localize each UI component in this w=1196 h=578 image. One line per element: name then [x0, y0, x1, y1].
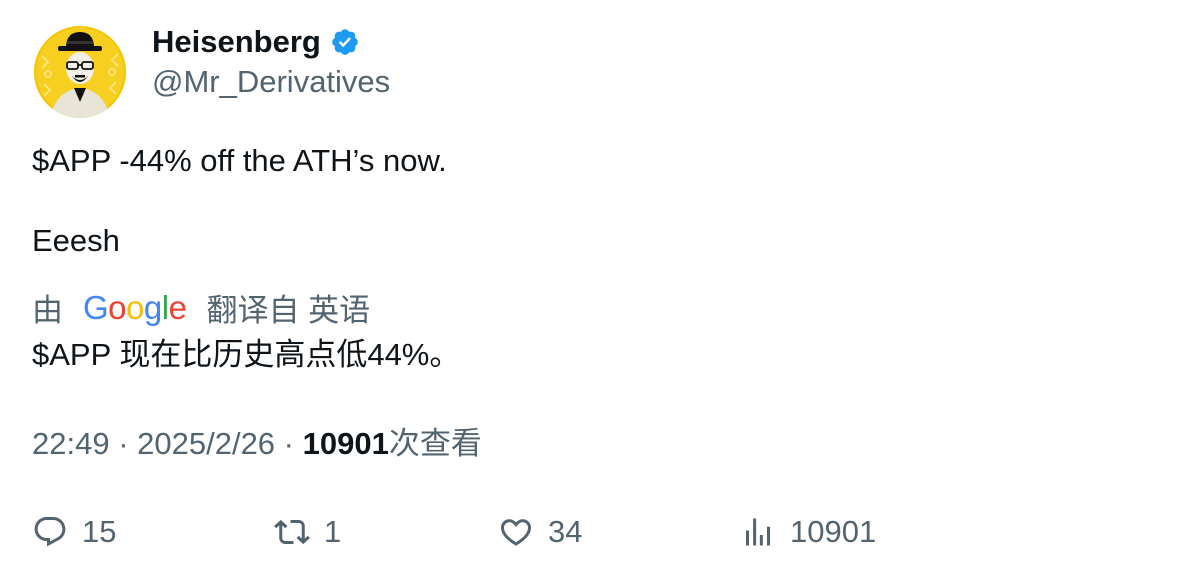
- reply-button[interactable]: 15: [32, 508, 116, 556]
- author-avatar[interactable]: [34, 26, 126, 118]
- tweet-date[interactable]: 2025/2/26: [137, 426, 275, 461]
- repost-icon: [274, 519, 310, 545]
- views-button[interactable]: 10901: [740, 508, 876, 556]
- repost-count: 1: [324, 514, 342, 549]
- translated-from-link[interactable]: 翻译自 英语: [206, 285, 370, 330]
- tweet-meta: 22:49 · 2025/2/26 · 10901次查看: [32, 424, 482, 464]
- heart-icon: [500, 519, 532, 546]
- tweet: Heisenberg @Mr_Derivatives $APP -44% off…: [0, 0, 1196, 578]
- views-count: 10901: [302, 426, 389, 461]
- repost-button[interactable]: 1: [274, 508, 341, 556]
- action-bar: 15 1 34 10901: [0, 508, 1196, 556]
- reply-count: 15: [82, 514, 117, 549]
- author-name-row: Heisenberg: [152, 22, 360, 62]
- views-count-action: 10901: [790, 514, 877, 549]
- heisenberg-avatar-image: [34, 26, 126, 118]
- views-label: 次查看: [388, 426, 482, 461]
- reply-icon: [34, 517, 66, 547]
- meta-separator: ·: [109, 426, 138, 461]
- like-button[interactable]: 34: [498, 508, 582, 556]
- tweet-time[interactable]: 22:49: [32, 426, 110, 461]
- translated-text: $APP 现在比历史高点低44%。: [32, 337, 461, 372]
- meta-separator: ·: [275, 426, 303, 461]
- author-handle[interactable]: @Mr_Derivatives: [152, 62, 390, 102]
- author-display-name[interactable]: Heisenberg: [152, 22, 321, 62]
- translated-by-label: 由: [32, 292, 63, 328]
- analytics-icon: [746, 518, 770, 546]
- translation-attribution: 由 Google 翻译自 英语: [32, 285, 370, 330]
- tweet-text-line-2: Eeesh: [32, 223, 120, 258]
- tweet-text-line-1: $APP -44% off the ATH’s now.: [32, 143, 447, 178]
- like-count: 34: [548, 514, 583, 549]
- google-logo: Google: [83, 289, 187, 326]
- verified-badge-icon: [330, 27, 360, 57]
